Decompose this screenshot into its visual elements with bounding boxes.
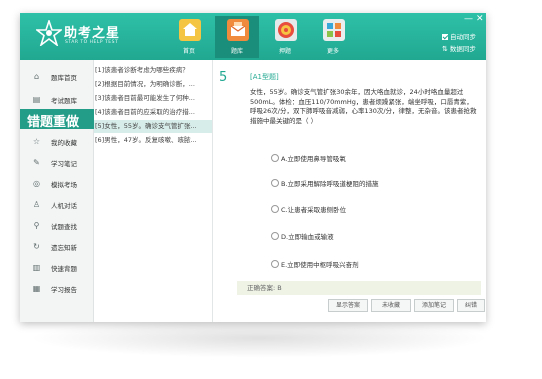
sidebar-item-label: 模拟考场 <box>51 181 77 189</box>
home-icon <box>179 19 201 41</box>
window-shadow <box>28 318 490 358</box>
option-label: A.立即使用鼻导管吸氧 <box>281 155 346 163</box>
correct-answer: 正确答案: B <box>237 281 481 295</box>
sidebar-active-label: 错题重做 <box>27 115 80 130</box>
list-item[interactable]: [4]该患者目前的应采取的治疗措... <box>94 106 212 119</box>
refresh-icon: ↻ <box>33 242 40 251</box>
sidebar-item-favorites[interactable]: ☆ 我的收藏 <box>20 133 93 151</box>
question-text: 女性，55岁。确诊支气管扩张30余年，因大咯血就诊，24小时咯血量超过500mL… <box>250 88 477 125</box>
nav-predict-label: 押题 <box>278 48 291 55</box>
chat-icon: ♙ <box>32 200 41 209</box>
sidebar-item-search[interactable]: ⚲ 试题查找 <box>20 217 93 235</box>
auto-sync-label: 自动同步 <box>450 33 476 41</box>
show-answer-button[interactable]: 显示答案 <box>328 299 368 312</box>
sidebar-item-exam-bank[interactable]: ▤ 考试题库 <box>20 91 93 109</box>
sidebar-item-label: 试题查找 <box>51 223 77 231</box>
radio-icon <box>271 232 279 240</box>
document-icon: ▤ <box>32 95 41 104</box>
radio-icon <box>271 179 279 187</box>
option-label: B.立即采用解除呼吸道梗阻的措施 <box>281 180 379 188</box>
app-window: 助考之星 STAR TO HELP TEST 首页 题库 押题 更多 — ✕ 自… <box>20 13 486 322</box>
nav-question-bank-label: 题库 <box>230 48 243 55</box>
exam-icon: ◎ <box>33 179 40 188</box>
question-bank-icon <box>227 19 249 41</box>
question-list: [1]该患者诊断考虑为哪些疾病？ [2]根据目前情况，为明确诊断，... [3]… <box>94 60 213 322</box>
sidebar-item-label: 学习报告 <box>51 286 77 294</box>
nav-home-label: 首页 <box>182 48 195 55</box>
header-bar: 助考之星 STAR TO HELP TEST 首页 题库 押题 更多 — ✕ 自… <box>20 13 486 60</box>
question-panel: 5 [A1型题] 女性，55岁。确诊支气管扩张30余年，因大咯血就诊，24小时咯… <box>213 60 486 322</box>
nav-question-bank-button[interactable]: 题库 <box>215 16 259 58</box>
sidebar-item-label: 题库首页 <box>51 74 77 82</box>
minimize-icon[interactable]: — <box>464 15 473 24</box>
radio-icon <box>271 154 279 162</box>
list-item[interactable]: [6]男性，47岁。反复咳嗽、咳脓... <box>94 134 212 147</box>
data-sync-label: 数据同步 <box>449 45 476 53</box>
option-label: E.立即使用中枢呼吸兴奋剂 <box>281 261 359 269</box>
sidebar-item-notes[interactable]: ✎ 学习笔记 <box>20 154 93 172</box>
sidebar-item-dialogue[interactable]: ♙ 人机对话 <box>20 196 93 214</box>
sidebar-item-report[interactable]: ▦ 学习报告 <box>20 280 93 298</box>
radio-icon <box>271 205 279 213</box>
flash-icon: ▥ <box>32 263 41 272</box>
option-d[interactable]: D.立即输血或输液 <box>271 231 334 241</box>
list-item[interactable]: [1]该患者诊断考虑为哪些疾病？ <box>94 64 212 77</box>
sidebar: ⌂ 题库首页 ▤ 考试题库 错题重做 ☆ 我的收藏 ✎ 学习笔记 ◎ 模拟考场 … <box>20 60 94 322</box>
more-icon <box>323 19 345 41</box>
nav-more-button[interactable]: 更多 <box>311 16 355 58</box>
sidebar-item-label: 学习笔记 <box>51 160 77 168</box>
favorite-button[interactable]: 未收藏 <box>371 299 411 312</box>
search-icon: ⚲ <box>33 221 40 230</box>
logo: 助考之星 STAR TO HELP TEST <box>36 20 146 52</box>
question-number: 5 <box>219 70 228 85</box>
nav-predict-button[interactable]: 押题 <box>263 16 307 58</box>
sidebar-item-label: 考试题库 <box>51 97 77 105</box>
star-icon: ☆ <box>32 137 41 146</box>
sidebar-item-label: 快速背题 <box>51 265 77 273</box>
sidebar-item-review[interactable]: ↻ 遗忘知新 <box>20 238 93 256</box>
logo-subtitle: STAR TO HELP TEST <box>65 40 119 45</box>
question-type: [A1型题] <box>250 73 279 81</box>
option-a[interactable]: A.立即使用鼻导管吸氧 <box>271 153 346 163</box>
note-icon: ✎ <box>33 158 40 167</box>
sync-icon: ⇅ <box>442 45 448 53</box>
sidebar-item-bank-home[interactable]: ⌂ 题库首页 <box>20 68 93 86</box>
option-c[interactable]: C.让患者采取患侧卧位 <box>271 204 346 214</box>
auto-sync-toggle[interactable]: 自动同步 <box>442 31 476 41</box>
list-item-selected[interactable]: [5]女性，55岁。确诊支气管扩张... <box>94 120 212 133</box>
star-logo-icon <box>36 20 62 46</box>
add-note-button[interactable]: 添加笔记 <box>414 299 454 312</box>
auto-sync-checkbox-icon <box>442 34 448 40</box>
nav-more-label: 更多 <box>326 48 339 55</box>
logo-name: 助考之星 <box>64 26 121 41</box>
sidebar-item-label: 遗忘知新 <box>51 244 77 252</box>
sidebar-item-label: 人机对话 <box>51 202 77 210</box>
report-error-button[interactable]: 纠错 <box>457 299 485 312</box>
report-icon: ▦ <box>32 284 41 293</box>
sidebar-item-quick-memorize[interactable]: ▥ 快速背题 <box>20 259 93 277</box>
radio-icon <box>271 260 279 268</box>
list-item[interactable]: [2]根据目前情况，为明确诊断，... <box>94 78 212 91</box>
sidebar-item-label: 我的收藏 <box>51 139 77 147</box>
home-icon: ⌂ <box>33 72 40 81</box>
data-sync-button[interactable]: ⇅ 数据同步 <box>442 43 476 53</box>
target-icon <box>275 19 297 41</box>
nav-home-button[interactable]: 首页 <box>167 16 211 58</box>
option-label: C.让患者采取患侧卧位 <box>281 206 347 214</box>
option-b[interactable]: B.立即采用解除呼吸道梗阻的措施 <box>271 178 379 188</box>
list-item[interactable]: [3]该患者目前最可能发生了何种... <box>94 92 212 105</box>
close-icon[interactable]: ✕ <box>476 15 484 24</box>
sidebar-item-mock-exam[interactable]: ◎ 模拟考场 <box>20 175 93 193</box>
option-label: D.立即输血或输液 <box>281 233 334 241</box>
option-e[interactable]: E.立即使用中枢呼吸兴奋剂 <box>271 259 359 269</box>
sidebar-item-redo-mistakes[interactable]: 错题重做 <box>20 109 94 130</box>
